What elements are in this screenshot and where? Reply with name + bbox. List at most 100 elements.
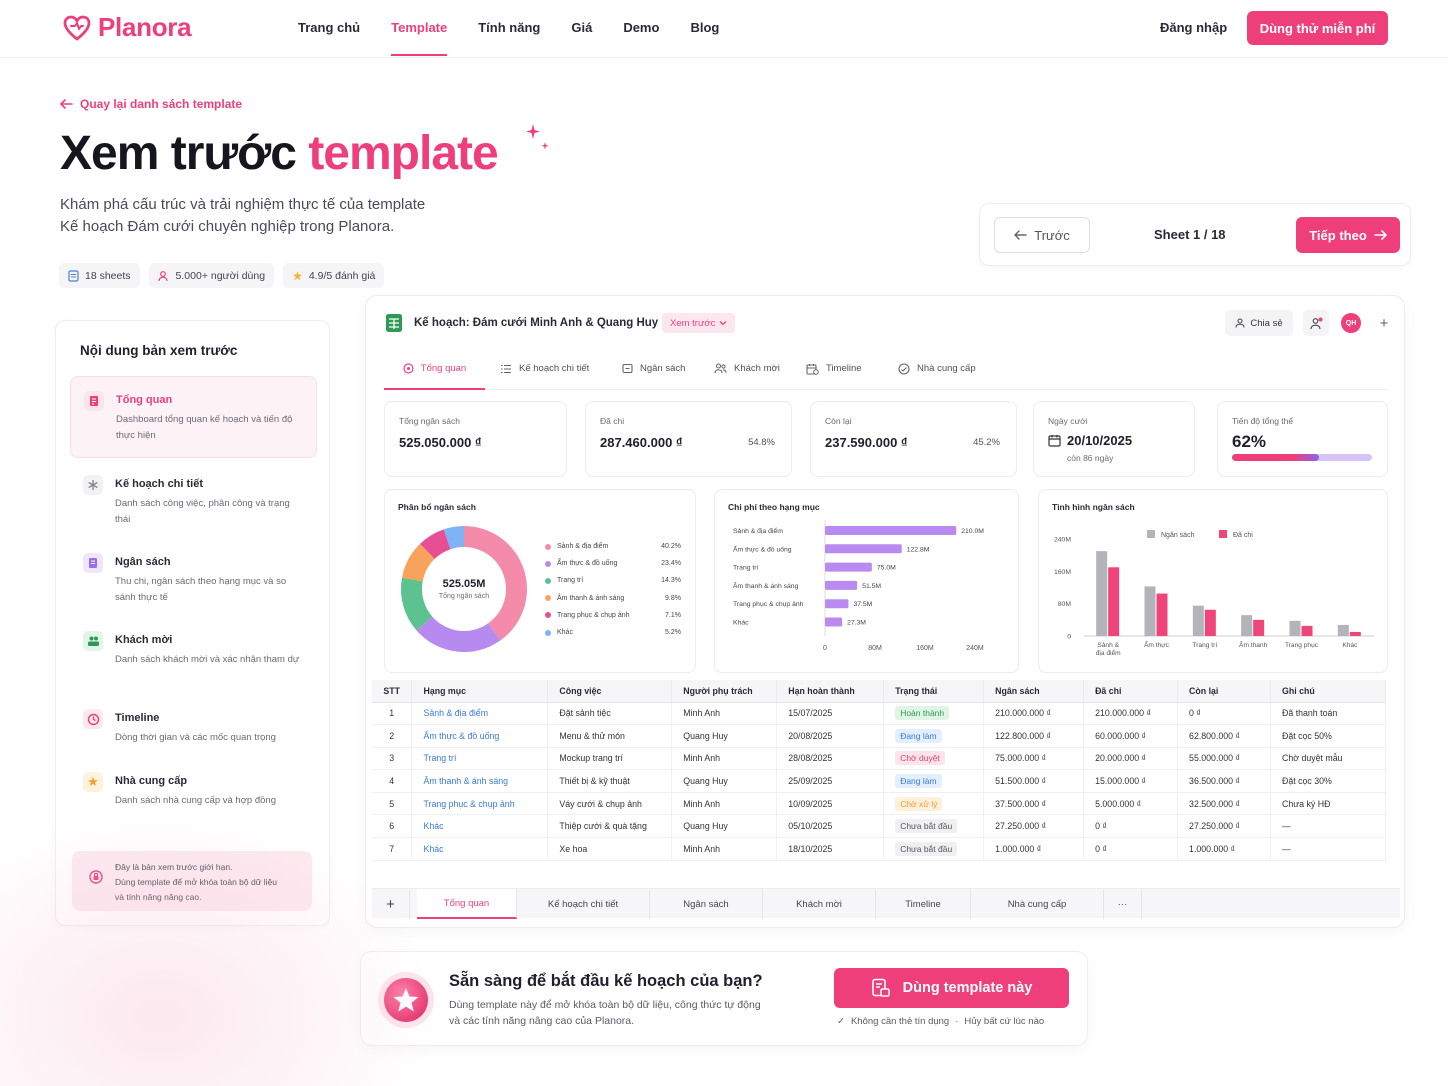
login-link[interactable]: Đăng nhập [1160, 20, 1227, 35]
table-cell: Quang Huy [671, 724, 778, 748]
table-row[interactable]: 5 Trang phục & chụp ảnh Váy cưới & chụp ản… [372, 792, 1386, 816]
more-sheets-button[interactable]: ··· [1104, 889, 1142, 919]
sidebar-item-guests[interactable]: Khách mời Danh sách khách mời và xác nhậ… [70, 617, 317, 699]
asterisk-icon [83, 475, 103, 495]
collaborators-button[interactable] [1303, 310, 1329, 336]
nav-template[interactable]: Template [391, 0, 448, 58]
bottom-tab-budget[interactable]: Ngân sách [650, 889, 763, 919]
column-header[interactable]: Đã chi [1083, 680, 1179, 703]
table-cell: 55.000.000 ₫ [1177, 747, 1271, 771]
page-title-main: Xem trước [60, 127, 297, 180]
sidebar-item-desc: Dòng thời gian và các mốc quan trọng [115, 732, 276, 743]
chevron-down-icon [719, 321, 727, 326]
progress-track [1232, 454, 1372, 461]
add-collaborator-button[interactable]: + [1371, 310, 1397, 336]
users-icon [714, 363, 727, 374]
tab-vendors[interactable]: Nhà cung cấp [898, 348, 976, 389]
bottom-tab-guests[interactable]: Khách mời [763, 889, 876, 919]
sidebar-item-overview[interactable]: Tổng quan Dashboard tổng quan kế hoạch v… [70, 376, 317, 458]
y-tick-label: 80M [1058, 601, 1072, 608]
table-cell: Đặt sảnh tiệc [547, 702, 673, 726]
stat-wedding-date: Ngày cưới 20/10/2025 còn 86 ngày [1033, 401, 1195, 477]
table-row[interactable]: 4 Âm thanh & ánh sáng Thiết bị & kỹ thuật Q… [372, 769, 1386, 793]
table-row[interactable]: 3 Trang trí Mockup trang trí Minh Anh 28/08/… [372, 747, 1386, 771]
stat-value: 287.460.000 ₫ [600, 435, 683, 450]
bottom-tab-overview[interactable]: Tổng quan [417, 889, 517, 919]
add-sheet-button[interactable]: + [372, 889, 410, 919]
share-button[interactable]: Chia sẻ [1225, 310, 1293, 336]
status-badge: Chưa bắt đầu [895, 841, 958, 856]
view-mode-dropdown[interactable]: Xem trước [662, 313, 736, 333]
badge-label: 4.9/5 đánh giá [308, 269, 376, 282]
sidebar-item-plan[interactable]: Kế hoạch chi tiết Danh sách công việc, p… [70, 461, 317, 543]
table-cell: Khác [411, 814, 549, 839]
prev-sheet-button[interactable]: Trước [994, 217, 1090, 253]
column-header[interactable]: Ghi chú [1270, 680, 1386, 703]
nav-pricing[interactable]: Giá [571, 0, 592, 58]
x-tick-label: Sảnh & [1097, 642, 1119, 649]
brand-logo[interactable]: Planora [62, 12, 192, 43]
sidebar-item-name: Tổng quan [116, 394, 173, 406]
stat-value: 20/10/2025 [1067, 433, 1133, 448]
stat-label: Ngày cưới [1048, 416, 1088, 426]
column-header[interactable]: Ngân sách [983, 680, 1085, 703]
stat-percent: 45.2% [973, 437, 1000, 448]
bottom-tab-vendors[interactable]: Nhà cung cấp [971, 889, 1104, 919]
avatar[interactable]: QH [1341, 313, 1361, 333]
tab-budget[interactable]: Ngân sách [622, 348, 685, 389]
table-row[interactable]: 2 Ẩm thực & đồ uống Menu & thử món Quang Hu… [372, 724, 1386, 748]
note-line: Đây là bản xem trước giới hạn. [115, 862, 233, 872]
donut-legend: Sảnh & địa điểm 40.2% Ẩm thực & đồ uống 23.… [545, 538, 685, 641]
next-sheet-button[interactable]: Tiếp theo [1296, 217, 1400, 253]
tab-timeline[interactable]: Timeline [806, 348, 862, 389]
bar-category-label: Trang phục & chụp ảnh [733, 601, 804, 608]
nav-blog[interactable]: Blog [690, 0, 719, 58]
next-label: Tiếp theo [1309, 227, 1367, 243]
sidebar-item-budget[interactable]: Ngân sách Thu chi, ngân sách theo hạng m… [70, 539, 317, 621]
table-cell: Trang phục & chụp ảnh [411, 792, 549, 816]
nav-demo[interactable]: Demo [623, 0, 659, 58]
table-header-row: STT Hạng mục Công việc Người phụ trách Hạn h… [372, 680, 1386, 703]
cta-note-text: Không cần thẻ tín dụng [850, 1016, 950, 1027]
sidebar-item-desc: Thu chi, ngân sách theo hạng mục và so s… [115, 576, 287, 603]
document-title: Kế hoạch: Đám cưới Minh Anh & Quang Huy [414, 317, 659, 329]
free-trial-button[interactable]: Dùng thử miễn phí [1247, 11, 1388, 45]
stat-progress: Tiến độ tổng thể 62% [1217, 401, 1388, 477]
column-header[interactable]: Còn lại [1177, 680, 1271, 703]
table-cell: Chờ duyệt [883, 747, 985, 771]
preview-contents-sidebar: Nội dung bản xem trước Tổng quan Dashboa… [55, 320, 330, 926]
column-header[interactable]: Người phụ trách [671, 680, 778, 703]
template-badges: 18 sheets 5.000+ người dùng ★ 4.9/5 đánh… [59, 263, 385, 288]
tab-overview[interactable]: Tổng quan [384, 348, 485, 390]
tab-plan[interactable]: Kế hoạch chi tiết [500, 348, 589, 389]
nav-features[interactable]: Tính năng [478, 0, 540, 58]
bottom-tab-timeline[interactable]: Timeline [876, 889, 971, 919]
column-header[interactable]: Công việc [547, 680, 673, 703]
table-row[interactable]: 7 Khác Xe hoa Minh Anh 18/10/2025 Chưa bắt đầ… [372, 837, 1386, 861]
column-header[interactable]: STT [372, 680, 413, 703]
legend-label: Ngân sách [1161, 532, 1195, 539]
status-badge: Chờ duyệt [895, 751, 945, 766]
bottom-tab-plan[interactable]: Kế hoạch chi tiết [517, 889, 650, 919]
chart-title: Phân bổ ngân sách [398, 502, 476, 512]
table-cell: 27.250.000 ₫ [1177, 814, 1271, 839]
use-template-button[interactable]: Dùng template này [834, 968, 1069, 1008]
tab-guests[interactable]: Khách mời [714, 348, 780, 389]
table-cell: Váy cưới & chụp ảnh [547, 792, 673, 816]
budget-bar [1337, 624, 1349, 636]
stat-value: 62% [1232, 432, 1267, 451]
column-header[interactable]: Hạn hoàn thành [776, 680, 885, 703]
table-row[interactable]: 1 Sảnh & địa điểm Đặt sảnh tiệc Minh Anh 15/… [372, 702, 1386, 726]
table-cell: 4 [372, 769, 413, 793]
sidebar-item-vendors[interactable]: ★ Nhà cung cấp Danh sách nhà cung cấp và… [70, 758, 317, 840]
back-to-templates-link[interactable]: Quay lại danh sách template [60, 97, 242, 111]
table-row[interactable]: 6 Khác Thiệp cưới & quà tặng Quang Huy 05/10… [372, 814, 1386, 839]
column-header[interactable]: Hạng mục [411, 680, 549, 703]
nav-home[interactable]: Trang chủ [298, 0, 360, 58]
column-header[interactable]: Trạng thái [883, 680, 985, 703]
table-cell: 0 ₫ [1083, 814, 1179, 839]
legend-item: Âm thanh & ánh sáng 9.8% [545, 590, 685, 607]
prev-label: Trước [1034, 227, 1070, 243]
table-cell: 62.800.000 ₫ [1177, 724, 1271, 748]
table-cell: Thiết bị & kỹ thuật [547, 769, 673, 793]
